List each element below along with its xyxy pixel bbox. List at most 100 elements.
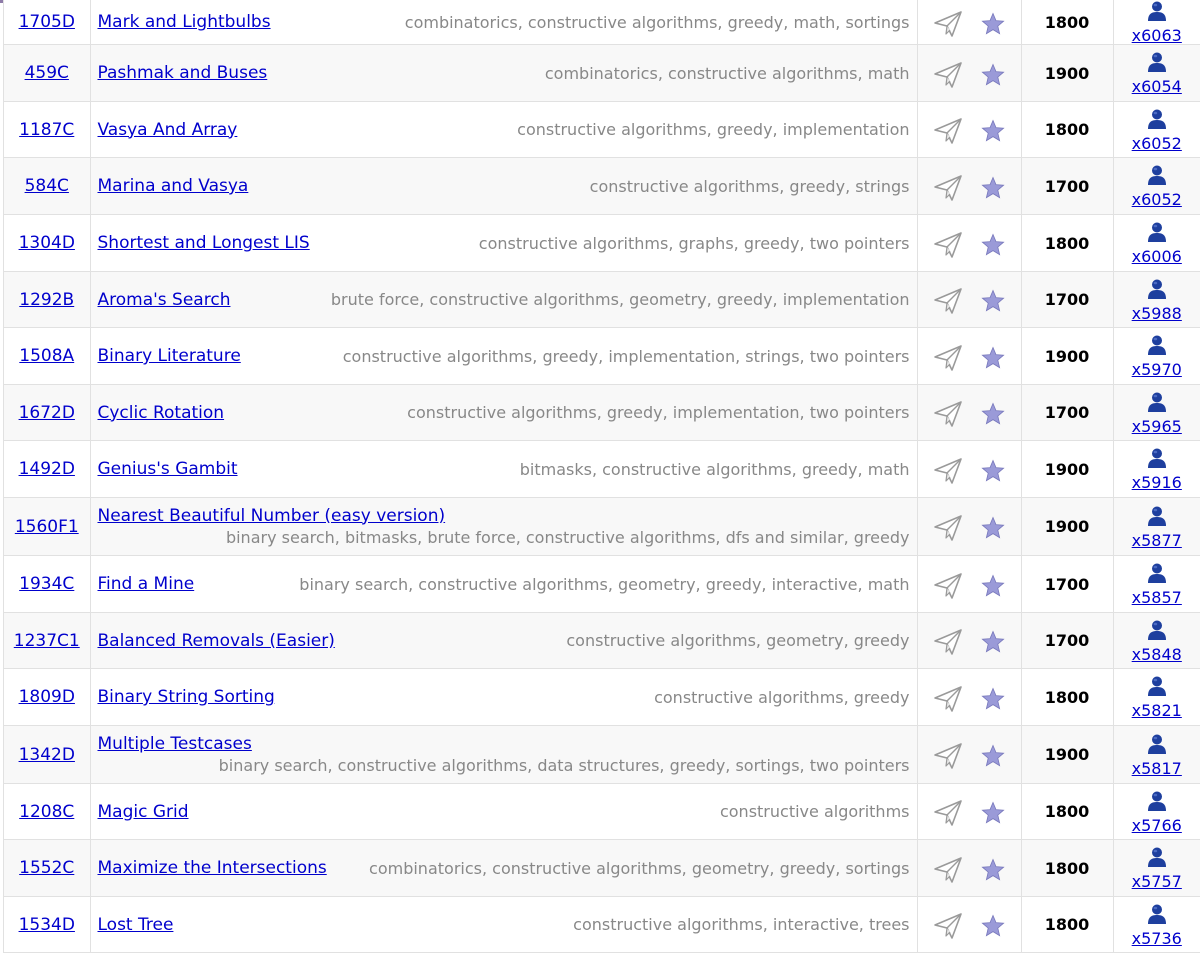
problem-tag[interactable]: interactive (772, 575, 858, 594)
problem-id-link[interactable]: 1534D (19, 915, 75, 935)
favourite-star-icon[interactable] (981, 686, 1005, 711)
solved-count-link[interactable]: x5817 (1132, 760, 1182, 777)
problem-tag[interactable]: sortings (735, 756, 799, 775)
favourite-star-icon[interactable] (981, 402, 1005, 426)
solved-count-link[interactable]: x6052 (1132, 191, 1182, 208)
problem-tag[interactable]: constructive algorithms (720, 802, 910, 821)
problem-id-link[interactable]: 1560F1 (15, 517, 79, 537)
submit-paper-plane-icon[interactable] (933, 457, 963, 485)
problem-name-link[interactable]: Genius's Gambit (98, 459, 238, 479)
problem-tag[interactable]: constructive algorithms (338, 756, 528, 775)
problem-tag[interactable]: bitmasks (520, 460, 592, 479)
submit-paper-plane-icon[interactable] (933, 231, 963, 259)
problem-tag[interactable]: constructive algorithms (407, 403, 597, 422)
problem-tag[interactable]: constructive algorithms (566, 631, 756, 650)
solved-count-link[interactable]: x5766 (1132, 817, 1182, 834)
problem-tag[interactable]: constructive algorithms (602, 460, 792, 479)
problem-tag[interactable]: greedy (802, 460, 858, 479)
problem-id-link[interactable]: 1492D (19, 459, 75, 479)
submit-paper-plane-icon[interactable] (933, 742, 963, 770)
favourite-star-icon[interactable] (981, 857, 1005, 882)
problem-tag[interactable]: geometry (618, 575, 696, 594)
solved-count-link[interactable]: x5988 (1132, 305, 1182, 322)
problem-id-link[interactable]: 1187C (19, 120, 74, 140)
problem-id-link[interactable]: 1237C1 (14, 631, 80, 651)
problem-tag[interactable]: implementation (673, 403, 800, 422)
problem-tag[interactable]: sortings (845, 13, 909, 32)
problem-name-link[interactable]: Multiple Testcases (98, 733, 910, 755)
problem-tag[interactable]: constructive algorithms (668, 64, 858, 83)
problem-tag[interactable]: bitmasks (345, 528, 417, 547)
solved-count-link[interactable]: x6052 (1132, 135, 1182, 152)
solved-count-link[interactable]: x5970 (1132, 361, 1182, 378)
problem-tag[interactable]: greedy (780, 859, 836, 878)
problem-tag[interactable]: greedy (728, 13, 784, 32)
problem-tag[interactable]: implementation (783, 290, 910, 309)
problem-tag[interactable]: brute force (427, 528, 515, 547)
problem-tag[interactable]: binary search (299, 575, 408, 594)
problem-tag[interactable]: interactive (773, 915, 859, 934)
problem-tag[interactable]: constructive algorithms (517, 120, 707, 139)
problem-name-link[interactable]: Cyclic Rotation (98, 403, 225, 423)
solved-count-link[interactable]: x5857 (1132, 589, 1182, 606)
problem-name-link[interactable]: Balanced Removals (Easier) (98, 631, 335, 651)
problem-tag[interactable]: sortings (845, 859, 909, 878)
problem-tag[interactable]: math (868, 575, 910, 594)
problem-tag[interactable]: constructive algorithms (528, 13, 718, 32)
submit-paper-plane-icon[interactable] (933, 799, 963, 827)
favourite-star-icon[interactable] (981, 175, 1005, 200)
problem-name-link[interactable]: Vasya And Array (98, 120, 238, 140)
problem-tag[interactable]: constructive algorithms (429, 290, 619, 309)
problem-name-link[interactable]: Shortest and Longest LIS (98, 233, 310, 253)
problem-tag[interactable]: strings (855, 177, 909, 196)
problem-tag[interactable]: strings (745, 347, 799, 366)
submit-paper-plane-icon[interactable] (933, 514, 963, 542)
submit-paper-plane-icon[interactable] (933, 856, 963, 884)
submit-paper-plane-icon[interactable] (933, 400, 963, 428)
problem-tag[interactable]: math (793, 13, 835, 32)
submit-paper-plane-icon[interactable] (933, 61, 963, 89)
favourite-star-icon[interactable] (981, 744, 1005, 768)
submit-paper-plane-icon[interactable] (933, 344, 963, 372)
problem-tag[interactable]: greedy (670, 756, 726, 775)
solved-count-link[interactable]: x5821 (1132, 702, 1182, 719)
favourite-star-icon[interactable] (981, 119, 1005, 143)
problem-tag[interactable]: combinatorics (369, 859, 482, 878)
problem-tag[interactable]: constructive algorithms (526, 528, 716, 547)
favourite-star-icon[interactable] (981, 458, 1005, 483)
problem-tag[interactable]: constructive algorithms (654, 688, 844, 707)
problem-tag[interactable]: greedy (744, 234, 800, 253)
favourite-star-icon[interactable] (981, 62, 1005, 87)
problem-name-link[interactable]: Nearest Beautiful Number (easy version) (98, 505, 910, 527)
problem-tag[interactable]: constructive algorithms (590, 177, 780, 196)
problem-tag[interactable]: constructive algorithms (479, 234, 669, 253)
solved-count-link[interactable]: x5965 (1132, 418, 1182, 435)
problem-tag[interactable]: two pointers (810, 403, 910, 422)
solved-count-link[interactable]: x6054 (1132, 78, 1182, 95)
problem-id-link[interactable]: 1705D (19, 12, 75, 32)
favourite-star-icon[interactable] (981, 345, 1005, 370)
favourite-star-icon[interactable] (981, 914, 1005, 938)
solved-count-link[interactable]: x5848 (1132, 646, 1182, 663)
solved-count-link[interactable]: x5916 (1132, 474, 1182, 491)
favourite-star-icon[interactable] (981, 289, 1005, 313)
problem-tag[interactable]: two pointers (810, 347, 910, 366)
problem-name-link[interactable]: Mark and Lightbulbs (98, 12, 271, 32)
problem-name-link[interactable]: Marina and Vasya (98, 176, 249, 196)
problem-tag[interactable]: math (868, 64, 910, 83)
problem-tag[interactable]: greedy (542, 347, 598, 366)
problem-tag[interactable]: greedy (706, 575, 762, 594)
submit-paper-plane-icon[interactable] (933, 572, 963, 600)
favourite-star-icon[interactable] (981, 573, 1005, 598)
problem-tag[interactable]: constructive algorithms (418, 575, 608, 594)
submit-paper-plane-icon[interactable] (933, 287, 963, 315)
problem-id-link[interactable]: 1934C (19, 574, 74, 594)
problem-id-link[interactable]: 1508A (19, 346, 74, 366)
problem-tag[interactable]: constructive algorithms (492, 859, 682, 878)
favourite-star-icon[interactable] (981, 801, 1005, 825)
problem-tag[interactable]: geometry (692, 859, 770, 878)
solved-count-link[interactable]: x6063 (1132, 27, 1182, 44)
problem-tag[interactable]: greedy (607, 403, 663, 422)
problem-tag[interactable]: constructive algorithms (573, 915, 763, 934)
problem-id-link[interactable]: 1672D (19, 403, 75, 423)
